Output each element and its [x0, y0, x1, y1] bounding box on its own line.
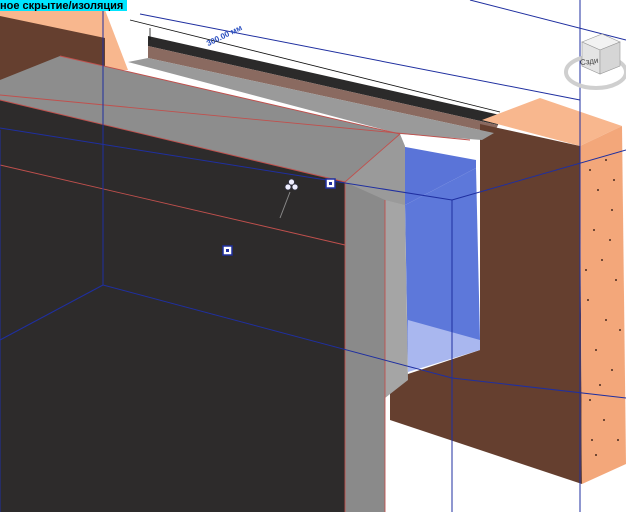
element-tag-label[interactable]: ное скрытие/изоляция [0, 0, 128, 11]
3d-viewport[interactable]: ное скрытие/изоляция 300.00 мм Сзди [0, 0, 626, 512]
grip-handle-2[interactable] [222, 245, 233, 256]
gray-column [345, 182, 385, 512]
right-brick-side [580, 126, 626, 484]
gray-column-side [385, 200, 408, 398]
grip-handle-1[interactable] [325, 178, 336, 189]
